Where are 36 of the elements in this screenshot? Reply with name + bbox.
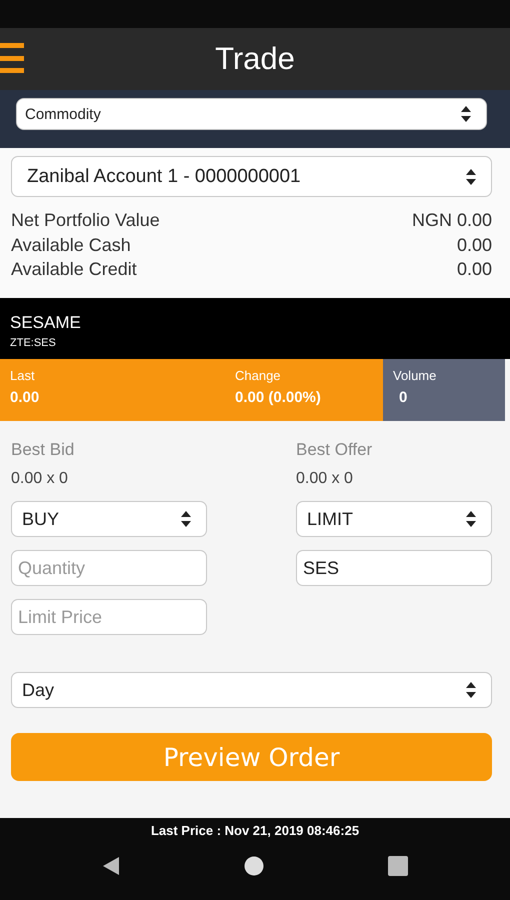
- best-offer-label: Best Offer: [296, 440, 372, 460]
- up-down-arrows-icon: [460, 105, 472, 123]
- quote-value: 0: [398, 389, 408, 406]
- back-icon[interactable]: [102, 856, 120, 876]
- instrument-symbol: ZTE:SES: [10, 337, 56, 349]
- up-down-arrows-icon: [465, 168, 477, 186]
- quote-value: 0.00 (0.00%): [235, 389, 321, 406]
- balance-value: NGN 0.00: [412, 209, 492, 232]
- order-type-select[interactable]: LIMIT: [296, 501, 492, 537]
- screen-title: Trade: [215, 41, 295, 77]
- side-select[interactable]: BUY: [11, 501, 207, 537]
- balance-label: Available Credit: [11, 258, 138, 281]
- menu-icon[interactable]: [0, 43, 24, 73]
- quote-label: Change: [235, 368, 281, 383]
- limit-price-field[interactable]: Limit Price: [11, 599, 207, 635]
- quote-label: Last: [10, 368, 35, 383]
- quantity-field[interactable]: Quantity: [11, 550, 207, 586]
- balance-label: Net Portfolio Value: [11, 209, 161, 232]
- best-bid-label: Best Bid: [11, 440, 74, 460]
- balance-value: 0.00: [456, 258, 492, 281]
- last-price-timestamp: Last Price : Nov 21, 2019 08:46:25: [150, 823, 360, 838]
- instrument-name: SESAME: [10, 313, 81, 333]
- best-offer-value: 0.00 x 0: [296, 470, 353, 488]
- balance-value: 0.00: [456, 234, 492, 256]
- market-select[interactable]: Commodity: [16, 98, 487, 130]
- duration-select[interactable]: Day: [11, 672, 492, 708]
- up-down-arrows-icon: [180, 510, 192, 528]
- best-bid-value: 0.00 x 0: [11, 470, 68, 488]
- balance-label: Available Cash: [11, 234, 132, 256]
- up-down-arrows-icon: [465, 681, 477, 699]
- quote-value: 0.00: [10, 389, 40, 406]
- up-down-arrows-icon: [465, 510, 477, 528]
- symbol-field[interactable]: SES: [296, 550, 492, 586]
- quote-label: Volume: [393, 368, 436, 383]
- home-icon[interactable]: [244, 856, 264, 876]
- account-select[interactable]: Zanibal Account 1 - 0000000001: [11, 156, 492, 197]
